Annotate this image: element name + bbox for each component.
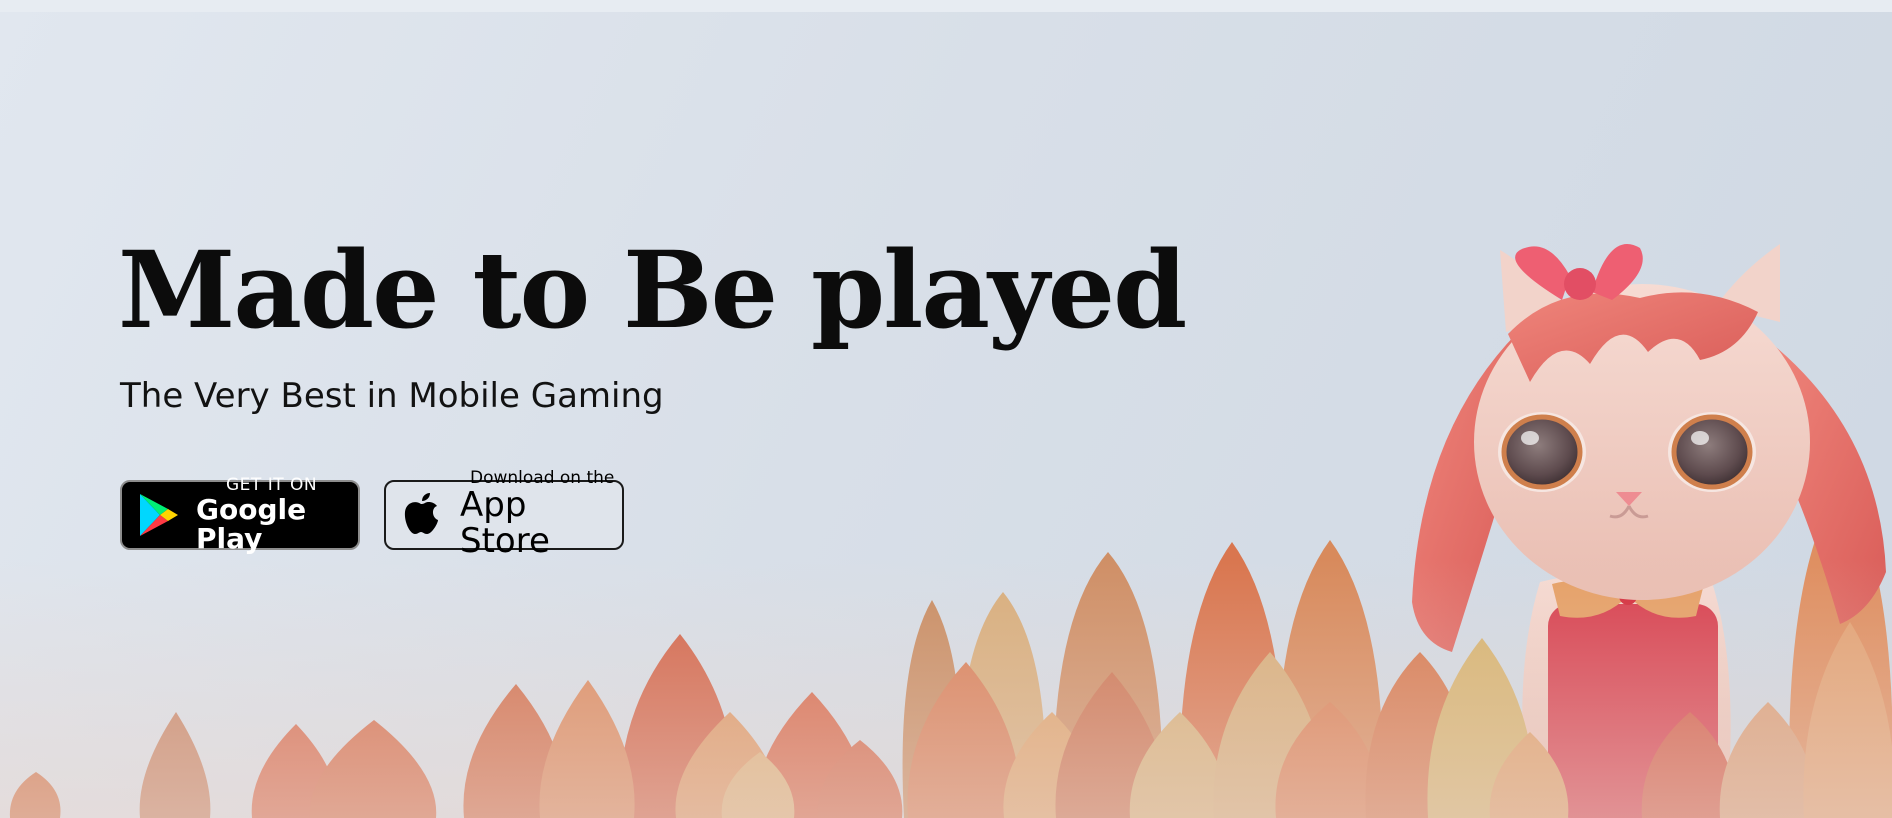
page-title: Made to Be played xyxy=(118,227,1187,352)
app-store-big-label: App Store xyxy=(460,485,550,561)
leaf xyxy=(9,772,61,818)
leaf xyxy=(309,720,437,818)
top-bar xyxy=(0,0,1892,12)
app-store-button[interactable]: Download on the App Store xyxy=(384,470,624,559)
google-play-big-label: Google Play xyxy=(196,492,307,555)
google-play-small-label: GET IT ON xyxy=(226,474,318,495)
apple-icon xyxy=(404,493,438,534)
leaf xyxy=(139,712,211,818)
page-subtitle: The Very Best in Mobile Gaming xyxy=(120,376,664,416)
hero-section: Made to Be played The Very Best in Mobil… xyxy=(0,12,1892,818)
google-play-icon xyxy=(140,494,178,536)
leaf xyxy=(539,680,635,818)
google-play-button[interactable]: GET IT ON Google Play xyxy=(120,474,360,553)
